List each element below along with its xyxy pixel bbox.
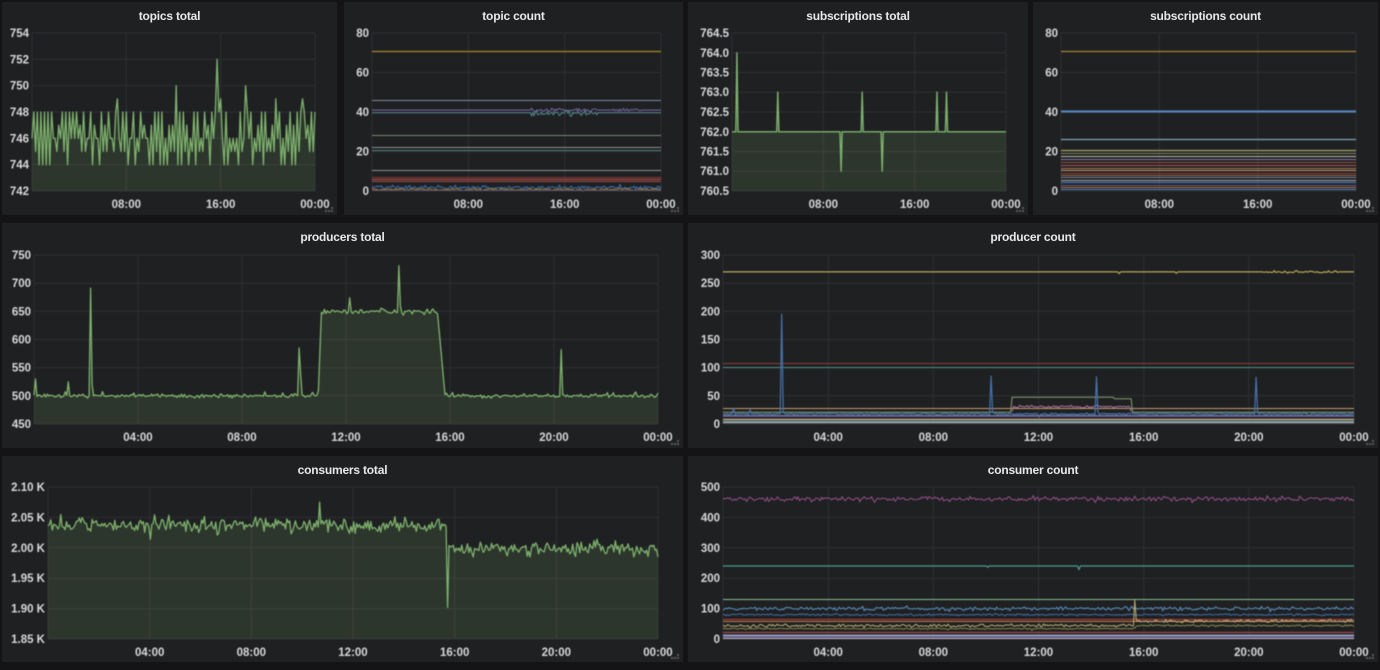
svg-text:40: 40 xyxy=(356,107,369,119)
svg-text:16:00: 16:00 xyxy=(1129,647,1158,659)
svg-text:20: 20 xyxy=(356,147,369,159)
svg-text:08:00: 08:00 xyxy=(112,199,141,211)
svg-text:08:00: 08:00 xyxy=(919,432,948,444)
svg-text:00:00: 00:00 xyxy=(991,199,1020,211)
svg-text:100: 100 xyxy=(701,604,720,616)
svg-text:550: 550 xyxy=(12,363,31,375)
svg-text:16:00: 16:00 xyxy=(440,647,469,659)
svg-text:20:00: 20:00 xyxy=(1234,432,1263,444)
svg-text:16:00: 16:00 xyxy=(550,199,579,211)
svg-text:2.05 K: 2.05 K xyxy=(11,512,46,524)
svg-text:0: 0 xyxy=(714,419,720,431)
svg-text:764.5: 764.5 xyxy=(700,28,729,40)
svg-text:750: 750 xyxy=(12,250,31,262)
svg-text:650: 650 xyxy=(12,306,31,318)
svg-text:60: 60 xyxy=(356,68,369,80)
svg-text:04:00: 04:00 xyxy=(813,432,842,444)
svg-text:00:00: 00:00 xyxy=(1341,199,1370,211)
svg-text:0: 0 xyxy=(714,634,720,646)
svg-text:748: 748 xyxy=(10,107,30,119)
svg-text:762.5: 762.5 xyxy=(700,107,729,119)
svg-text:100: 100 xyxy=(701,363,720,375)
svg-text:752: 752 xyxy=(10,54,29,66)
svg-text:16:00: 16:00 xyxy=(1129,432,1158,444)
svg-text:50: 50 xyxy=(707,391,720,403)
svg-text:300: 300 xyxy=(701,543,720,555)
svg-text:0: 0 xyxy=(363,186,369,198)
svg-text:750: 750 xyxy=(10,81,29,93)
svg-text:200: 200 xyxy=(701,306,720,318)
svg-text:20:00: 20:00 xyxy=(542,647,571,659)
svg-text:00:00: 00:00 xyxy=(643,647,672,659)
svg-text:600: 600 xyxy=(12,335,31,347)
svg-text:1.95 K: 1.95 K xyxy=(11,573,46,585)
svg-text:746: 746 xyxy=(10,133,29,145)
svg-text:00:00: 00:00 xyxy=(643,432,672,444)
svg-text:80: 80 xyxy=(1045,28,1058,40)
svg-text:12:00: 12:00 xyxy=(1024,647,1053,659)
svg-text:200: 200 xyxy=(701,573,720,585)
svg-text:500: 500 xyxy=(12,391,31,403)
svg-text:2.00 K: 2.00 K xyxy=(11,543,46,555)
svg-text:08:00: 08:00 xyxy=(919,647,948,659)
svg-text:08:00: 08:00 xyxy=(809,199,838,211)
svg-text:08:00: 08:00 xyxy=(1145,199,1174,211)
svg-text:763.0: 763.0 xyxy=(700,87,729,99)
svg-text:16:00: 16:00 xyxy=(206,199,235,211)
svg-text:1.85 K: 1.85 K xyxy=(11,634,46,646)
svg-text:250: 250 xyxy=(701,278,720,290)
svg-text:40: 40 xyxy=(1045,107,1058,119)
svg-text:0: 0 xyxy=(1052,186,1058,198)
svg-text:400: 400 xyxy=(701,512,720,524)
svg-text:08:00: 08:00 xyxy=(454,199,483,211)
svg-text:08:00: 08:00 xyxy=(237,647,266,659)
svg-text:16:00: 16:00 xyxy=(1243,199,1272,211)
svg-text:20: 20 xyxy=(1045,147,1058,159)
svg-text:12:00: 12:00 xyxy=(338,647,367,659)
svg-text:150: 150 xyxy=(701,335,720,347)
svg-text:00:00: 00:00 xyxy=(300,199,329,211)
svg-text:500: 500 xyxy=(701,482,720,494)
svg-text:08:00: 08:00 xyxy=(227,432,256,444)
svg-text:00:00: 00:00 xyxy=(646,199,675,211)
svg-text:300: 300 xyxy=(701,250,720,262)
svg-text:761.5: 761.5 xyxy=(700,147,729,159)
svg-text:760.5: 760.5 xyxy=(700,186,729,198)
svg-text:16:00: 16:00 xyxy=(900,199,929,211)
svg-text:450: 450 xyxy=(12,419,31,431)
svg-text:762.0: 762.0 xyxy=(700,127,729,139)
svg-text:80: 80 xyxy=(356,28,369,40)
svg-text:20:00: 20:00 xyxy=(539,432,568,444)
svg-text:742: 742 xyxy=(10,186,29,198)
svg-text:2.10 K: 2.10 K xyxy=(11,482,46,494)
svg-text:00:00: 00:00 xyxy=(1339,647,1368,659)
svg-text:00:00: 00:00 xyxy=(1339,432,1368,444)
svg-text:20:00: 20:00 xyxy=(1234,647,1263,659)
svg-text:761.0: 761.0 xyxy=(700,166,729,178)
svg-text:744: 744 xyxy=(10,160,30,172)
svg-text:12:00: 12:00 xyxy=(1024,432,1053,444)
svg-text:1.90 K: 1.90 K xyxy=(11,604,46,616)
svg-text:16:00: 16:00 xyxy=(435,432,464,444)
svg-text:764.0: 764.0 xyxy=(700,48,729,60)
svg-text:60: 60 xyxy=(1045,68,1058,80)
svg-text:04:00: 04:00 xyxy=(813,647,842,659)
svg-text:12:00: 12:00 xyxy=(331,432,360,444)
svg-text:04:00: 04:00 xyxy=(123,432,152,444)
svg-text:04:00: 04:00 xyxy=(135,647,164,659)
svg-text:763.5: 763.5 xyxy=(700,68,729,80)
svg-text:754: 754 xyxy=(10,28,30,40)
svg-text:700: 700 xyxy=(12,278,31,290)
